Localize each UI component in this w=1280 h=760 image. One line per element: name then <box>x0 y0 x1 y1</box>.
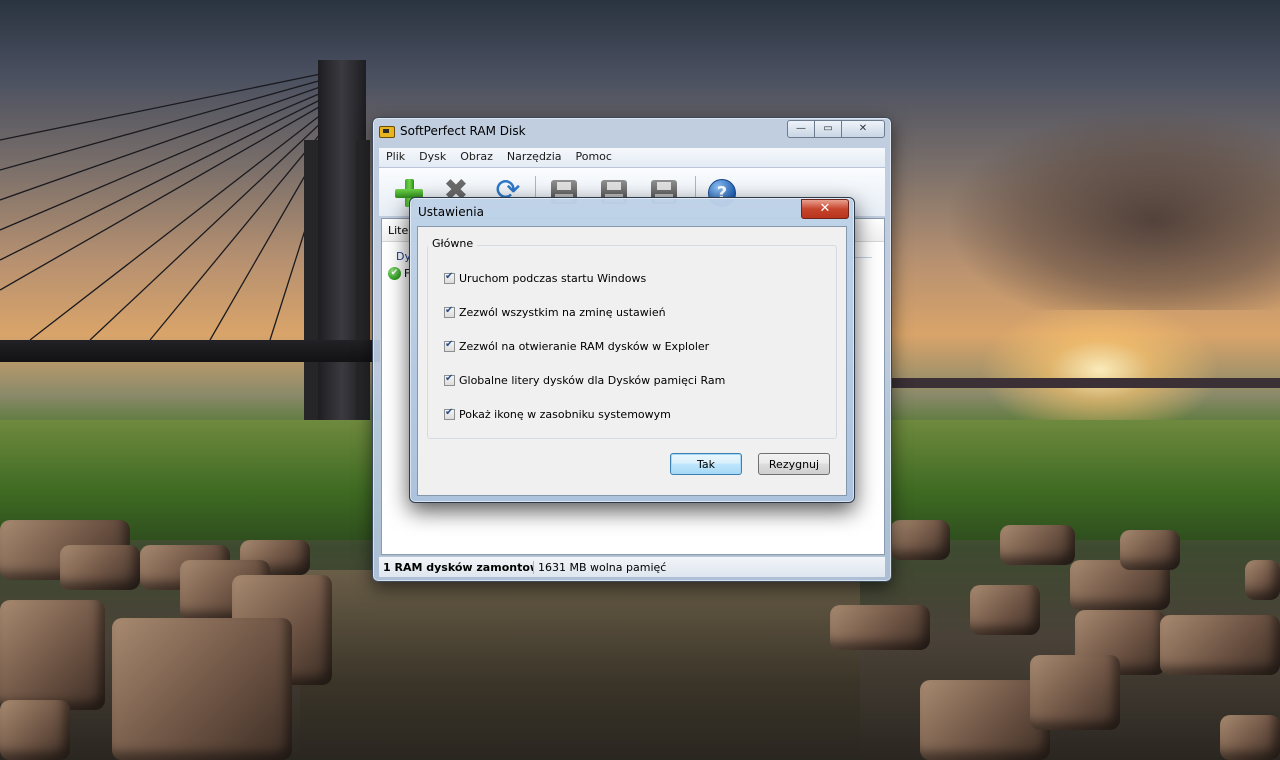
menu-plik[interactable]: Plik <box>379 148 412 167</box>
menu-obraz[interactable]: Obraz <box>453 148 500 167</box>
rock <box>0 700 70 760</box>
option-open-in-explorer[interactable]: Zezwól na otwieranie RAM dysków w Explol… <box>444 339 710 353</box>
checkbox-checked-icon[interactable] <box>444 373 455 386</box>
bridge-deck <box>0 340 380 362</box>
checkbox-checked-icon[interactable] <box>444 305 455 318</box>
option-label: Uruchom podczas startu Windows <box>459 272 647 285</box>
option-label: Pokaż ikonę w zasobniku systemowym <box>459 408 671 421</box>
status-free-memory: 1631 MB wolna pamięć <box>538 560 667 574</box>
option-label: Zezwól wszystkim na zminę ustawień <box>459 306 666 319</box>
option-label: Zezwól na otwieranie RAM dysków w Explol… <box>459 340 710 353</box>
storm-cloud <box>950 110 1280 310</box>
menu-dysk[interactable]: Dysk <box>412 148 453 167</box>
mounted-check-icon: ✔ <box>388 267 401 280</box>
option-label: Globalne litery dysków dla Dysków pamięc… <box>459 374 726 387</box>
status-mounted-disks: 1 RAM dysków zamontowar <box>379 560 534 574</box>
rock <box>970 585 1040 635</box>
dialog-close-button[interactable]: ✕ <box>801 199 849 219</box>
dialog-body: Główne Uruchom podczas startu Windows Ze… <box>417 226 847 496</box>
ram-disk-app-icon <box>379 126 395 138</box>
menu-pomoc[interactable]: Pomoc <box>569 148 619 167</box>
settings-dialog: Ustawienia ✕ Główne Uruchom podczas star… <box>409 197 855 503</box>
close-button[interactable]: ✕ <box>841 120 885 138</box>
rock <box>1120 530 1180 570</box>
option-run-at-startup[interactable]: Uruchom podczas startu Windows <box>444 271 647 285</box>
ok-button[interactable]: Tak <box>670 453 742 475</box>
menu-bar: Plik Dysk Obraz Narzędzia Pomoc <box>379 148 885 168</box>
rock <box>1000 525 1075 565</box>
rock <box>1220 715 1280 760</box>
sun-glow <box>980 300 1220 440</box>
rock <box>60 545 140 590</box>
caption-buttons: — ▭ ✕ <box>787 120 885 138</box>
rock <box>1030 655 1120 730</box>
cancel-button[interactable]: Rezygnuj <box>758 453 830 475</box>
rock <box>1245 560 1280 600</box>
option-show-tray-icon[interactable]: Pokaż ikonę w zasobniku systemowym <box>444 407 671 421</box>
dialog-title: Ustawienia <box>418 205 484 219</box>
checkbox-checked-icon[interactable] <box>444 407 455 420</box>
bridge-pylon-leg <box>356 140 370 420</box>
status-bar: 1 RAM dysków zamontowar 1631 MB wolna pa… <box>379 556 885 577</box>
title-bar[interactable]: SoftPerfect RAM Disk — ▭ ✕ <box>373 118 891 146</box>
window-title: SoftPerfect RAM Disk <box>400 124 526 138</box>
checkbox-checked-icon[interactable] <box>444 339 455 352</box>
rock <box>0 600 105 710</box>
rock <box>890 520 950 560</box>
minimize-button[interactable]: — <box>787 120 815 138</box>
bridge-pylon-leg <box>304 140 318 420</box>
water-pool <box>300 570 860 760</box>
menu-narzedzia[interactable]: Narzędzia <box>500 148 569 167</box>
groupbox-title: Główne <box>428 237 478 250</box>
checkbox-checked-icon[interactable] <box>444 271 455 284</box>
rock <box>830 605 930 650</box>
distant-bridge <box>890 378 1280 388</box>
option-global-drive-letters[interactable]: Globalne litery dysków dla Dysków pamięc… <box>444 373 726 387</box>
option-allow-all-change-settings[interactable]: Zezwól wszystkim na zminę ustawień <box>444 305 666 319</box>
rock <box>1160 615 1280 675</box>
maximize-button[interactable]: ▭ <box>814 120 842 138</box>
rock <box>112 618 292 760</box>
